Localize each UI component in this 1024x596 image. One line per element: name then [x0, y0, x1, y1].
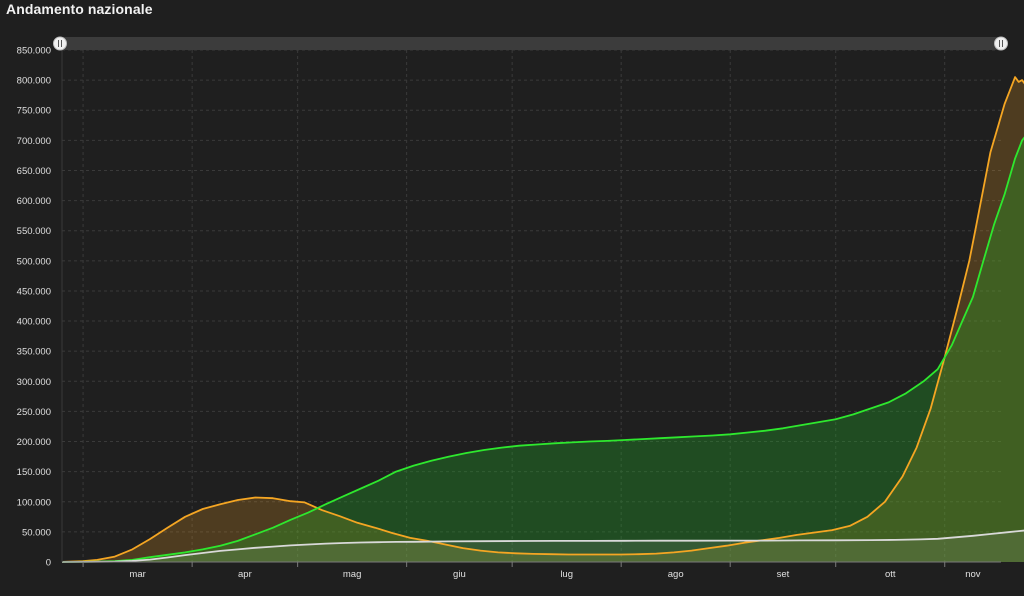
y-tick-label: 350.000 [17, 347, 51, 358]
y-tick-label: 400.000 [17, 317, 51, 328]
x-tick-label: apr [238, 569, 252, 580]
x-tick-label: mag [343, 569, 361, 580]
x-tick-label: nov [965, 569, 981, 580]
x-tick-label: lug [560, 569, 573, 580]
y-tick-label: 850.000 [17, 46, 51, 57]
x-tick-label: ago [668, 569, 684, 580]
y-tick-label: 600.000 [17, 196, 51, 207]
range-start-handle[interactable] [53, 36, 67, 51]
y-tick-label: 250.000 [17, 407, 51, 418]
y-tick-label: 550.000 [17, 226, 51, 237]
series-areas [62, 77, 1024, 562]
y-tick-label: 500.000 [17, 256, 51, 267]
y-tick-label: 750.000 [17, 106, 51, 117]
x-tick-label: mar [129, 569, 145, 580]
national-trend-chart: 0 50.000 100.000 150.000 200.000 250.000 300.0… [17, 36, 1024, 580]
y-tick-label: 200.000 [17, 437, 51, 448]
x-tick-label: set [777, 569, 790, 580]
y-tick-label: 50.000 [22, 527, 51, 538]
handle-knob [994, 36, 1008, 51]
y-tick-label: 100.000 [17, 497, 51, 508]
y-tick-label: 700.000 [17, 136, 51, 147]
handle-knob [53, 36, 67, 51]
x-tick-label: ott [885, 569, 896, 580]
range-navigator-track[interactable] [60, 37, 1003, 50]
chart-container: 0 50.000 100.000 150.000 200.000 250.000 300.0… [0, 0, 1024, 591]
y-tick-label: 300.000 [17, 377, 51, 388]
series-area-2 [62, 137, 1024, 562]
y-tick-label: 150.000 [17, 467, 51, 478]
y-tick-label: 0 [46, 558, 51, 569]
range-end-handle[interactable] [994, 36, 1008, 51]
y-tick-label: 650.000 [17, 166, 51, 177]
y-tick-label: 450.000 [17, 286, 51, 297]
y-tick-label: 800.000 [17, 76, 51, 87]
x-tick-label: giu [453, 569, 466, 580]
range-navigator[interactable] [53, 36, 1008, 51]
